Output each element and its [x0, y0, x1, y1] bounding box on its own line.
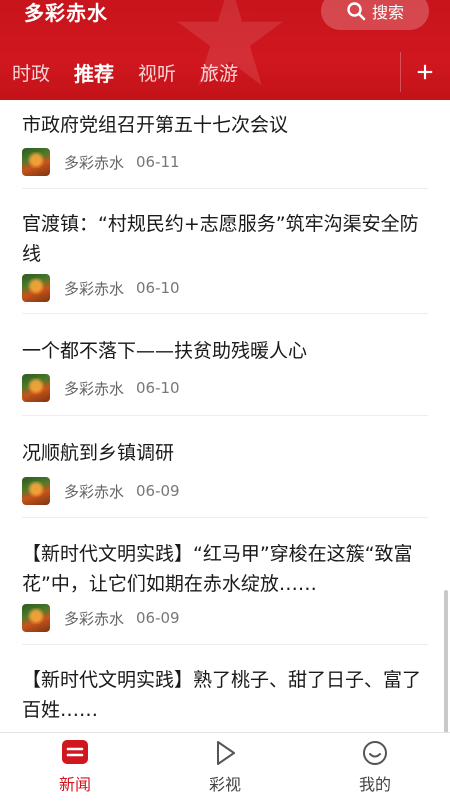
news-icon: [61, 739, 89, 767]
news-meta: 多彩赤水 06-10: [22, 374, 180, 402]
news-item[interactable]: 况顺航到乡镇调研 多彩赤水 06-09: [22, 416, 428, 518]
news-date: 06-09: [136, 609, 180, 627]
news-feed: 市政府党组召开第五十七次会议 多彩赤水 06-11 官渡镇：“村规民约+志愿服务…: [0, 100, 450, 732]
nav-video-label: 彩视: [208, 775, 241, 794]
smile-icon: [361, 739, 389, 767]
nav-news-label: 新闻: [58, 775, 91, 794]
source-avatar: [22, 374, 50, 402]
play-icon: [211, 739, 239, 767]
news-meta: 多彩赤水 06-09: [22, 477, 180, 505]
tabs-divider: [400, 52, 401, 92]
news-meta: 多彩赤水 06-09: [22, 604, 180, 632]
tab-tuijian[interactable]: 推荐: [74, 58, 114, 87]
nav-mine-label: 我的: [358, 775, 391, 794]
news-title: 市政府党组召开第五十七次会议: [22, 114, 289, 136]
tab-lvyou[interactable]: 旅游: [200, 59, 238, 86]
news-title: 况顺航到乡镇调研: [22, 442, 175, 464]
news-source: 多彩赤水: [64, 482, 125, 501]
category-tabs: 时政 推荐 视听 旅游: [0, 52, 400, 92]
news-item[interactable]: 一个都不落下——扶贫助残暖人心 多彩赤水 06-10: [22, 314, 428, 416]
nav-video[interactable]: 彩视: [150, 733, 300, 801]
news-title: 官渡镇：“村规民约+志愿服务”筑牢沟渠安全防线: [22, 213, 419, 265]
search-label: 搜索: [371, 3, 404, 22]
news-date: 06-10: [136, 279, 180, 297]
plus-icon: [417, 64, 433, 80]
news-title: 【新时代文明实践】“红马甲”穿梭在这簇“致富花”中，让它们如期在赤水绽放……: [22, 543, 413, 595]
bottom-nav: 新闻 彩视 我的: [0, 732, 450, 801]
app-title: 多彩赤水: [24, 1, 108, 25]
tab-shiting[interactable]: 视听: [138, 59, 176, 86]
news-meta: 多彩赤水 06-10: [22, 274, 180, 302]
source-avatar: [22, 477, 50, 505]
nav-news[interactable]: 新闻: [0, 733, 150, 801]
source-avatar: [22, 274, 50, 302]
search-icon: [347, 2, 366, 21]
app-header: 多彩赤水 搜索 时政 推荐 视听 旅游: [0, 0, 450, 100]
news-source: 多彩赤水: [64, 153, 125, 172]
news-date: 06-09: [136, 482, 180, 500]
news-title: 【新时代文明实践】熟了桃子、甜了日子、富了百姓……: [22, 669, 422, 721]
news-title: 一个都不落下——扶贫助残暖人心: [22, 340, 308, 362]
tab-shizheng[interactable]: 时政: [12, 59, 50, 86]
news-meta: 多彩赤水 06-11: [22, 148, 180, 176]
news-item[interactable]: 市政府党组召开第五十七次会议 多彩赤水 06-11: [22, 100, 428, 189]
nav-mine[interactable]: 我的: [300, 733, 450, 801]
news-source: 多彩赤水: [64, 609, 125, 628]
news-source: 多彩赤水: [64, 279, 125, 298]
news-date: 06-11: [136, 153, 180, 171]
news-source: 多彩赤水: [64, 379, 125, 398]
news-item[interactable]: 官渡镇：“村规民约+志愿服务”筑牢沟渠安全防线 多彩赤水 06-10: [22, 189, 428, 314]
search-button[interactable]: 搜索: [321, 0, 429, 30]
news-item[interactable]: 【新时代文明实践】“红马甲”穿梭在这簇“致富花”中，让它们如期在赤水绽放…… 多…: [22, 518, 428, 645]
feed-scrollbar[interactable]: [444, 590, 448, 732]
add-tab-button[interactable]: [410, 52, 440, 92]
source-avatar: [22, 148, 50, 176]
news-date: 06-10: [136, 379, 180, 397]
news-item[interactable]: 【新时代文明实践】熟了桃子、甜了日子、富了百姓……: [22, 645, 428, 732]
source-avatar: [22, 604, 50, 632]
